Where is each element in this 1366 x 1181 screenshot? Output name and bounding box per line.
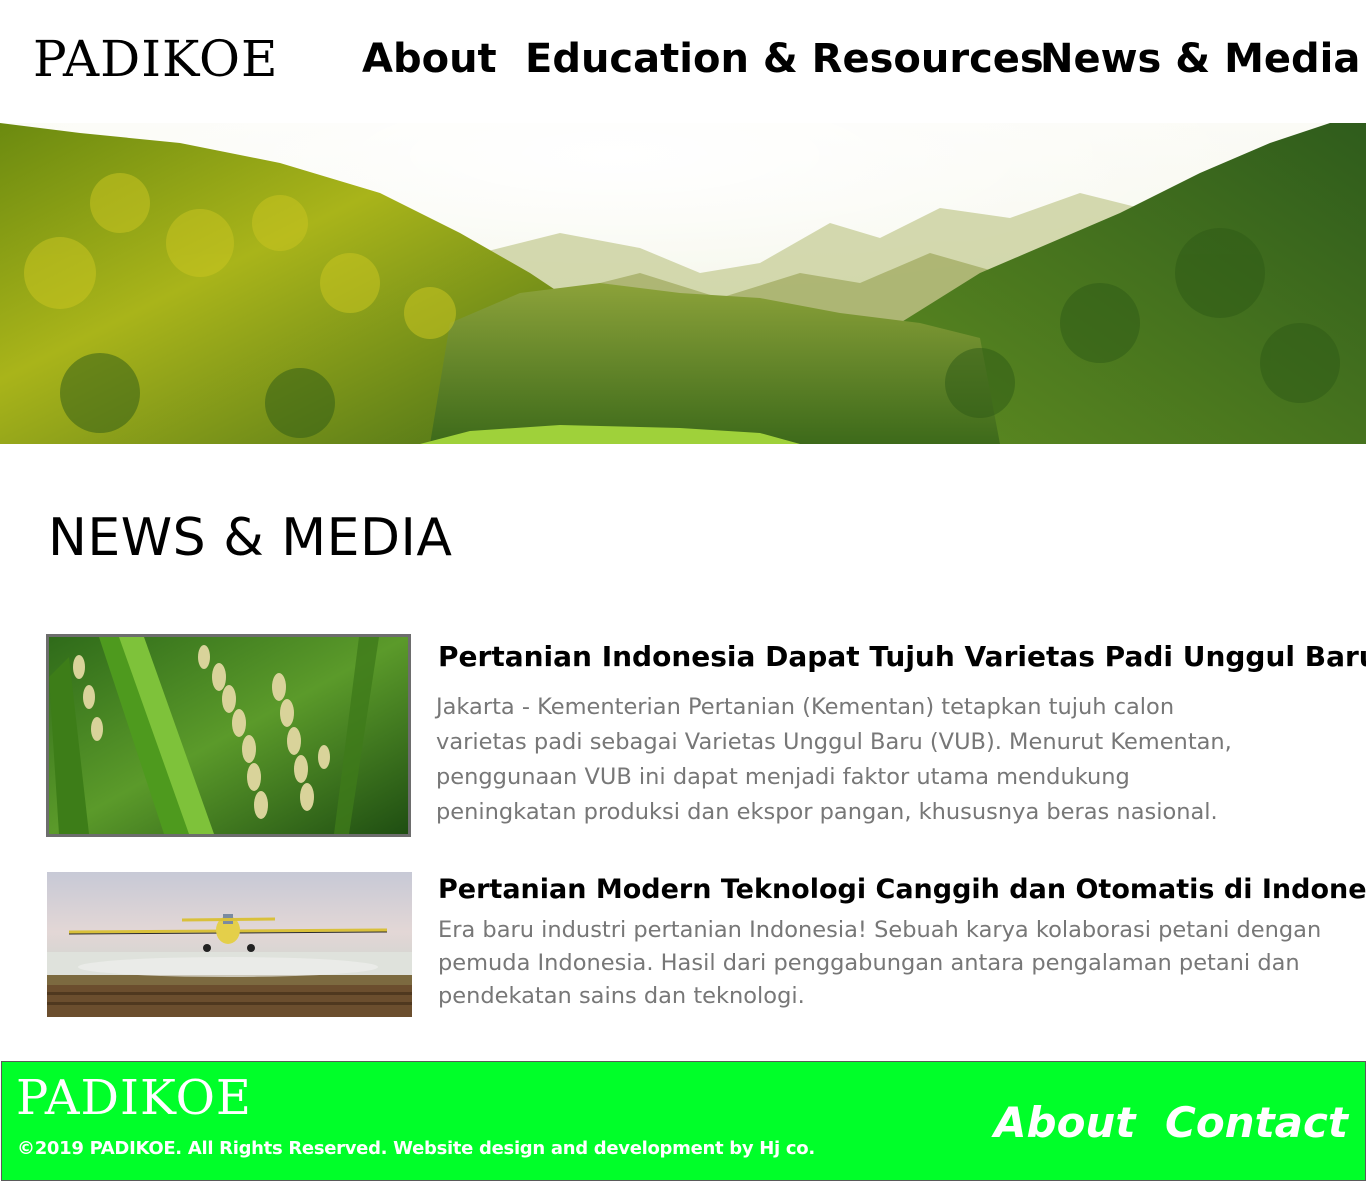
article-thumbnail-rice[interactable]: [46, 634, 411, 837]
article-summary: Jakarta - Kementerian Pertanian (Kementa…: [436, 694, 1232, 825]
article-title[interactable]: Pertanian Modern Teknologi Canggih dan O…: [438, 874, 1366, 905]
section-title: NEWS & MEDIA: [48, 508, 453, 568]
hero-banner-image: [0, 123, 1366, 444]
nav-education-resources-link[interactable]: Education & Resources: [525, 36, 1044, 82]
site-header: PADIKOE About Education & Resources News…: [0, 0, 1366, 123]
nav-about-link[interactable]: About: [362, 36, 497, 82]
article-thumbnail-cropduster[interactable]: [47, 872, 412, 1017]
copyright-text: ©2019 PADIKOE. All Rights Reserved. Webs…: [17, 1138, 815, 1159]
article-summary: Era baru industri pertanian Indonesia! S…: [438, 917, 1322, 1009]
footer-about-link[interactable]: About: [994, 1098, 1135, 1147]
footer-logo[interactable]: PADIKOE: [16, 1070, 252, 1126]
site-logo[interactable]: PADIKOE: [33, 30, 279, 88]
site-footer: PADIKOE ©2019 PADIKOE. All Rights Reserv…: [1, 1061, 1366, 1181]
footer-contact-link[interactable]: Contact: [1165, 1098, 1348, 1147]
article-title[interactable]: Pertanian Indonesia Dapat Tujuh Varietas…: [438, 640, 1366, 673]
nav-news-media-link[interactable]: News & Media: [1040, 36, 1360, 82]
